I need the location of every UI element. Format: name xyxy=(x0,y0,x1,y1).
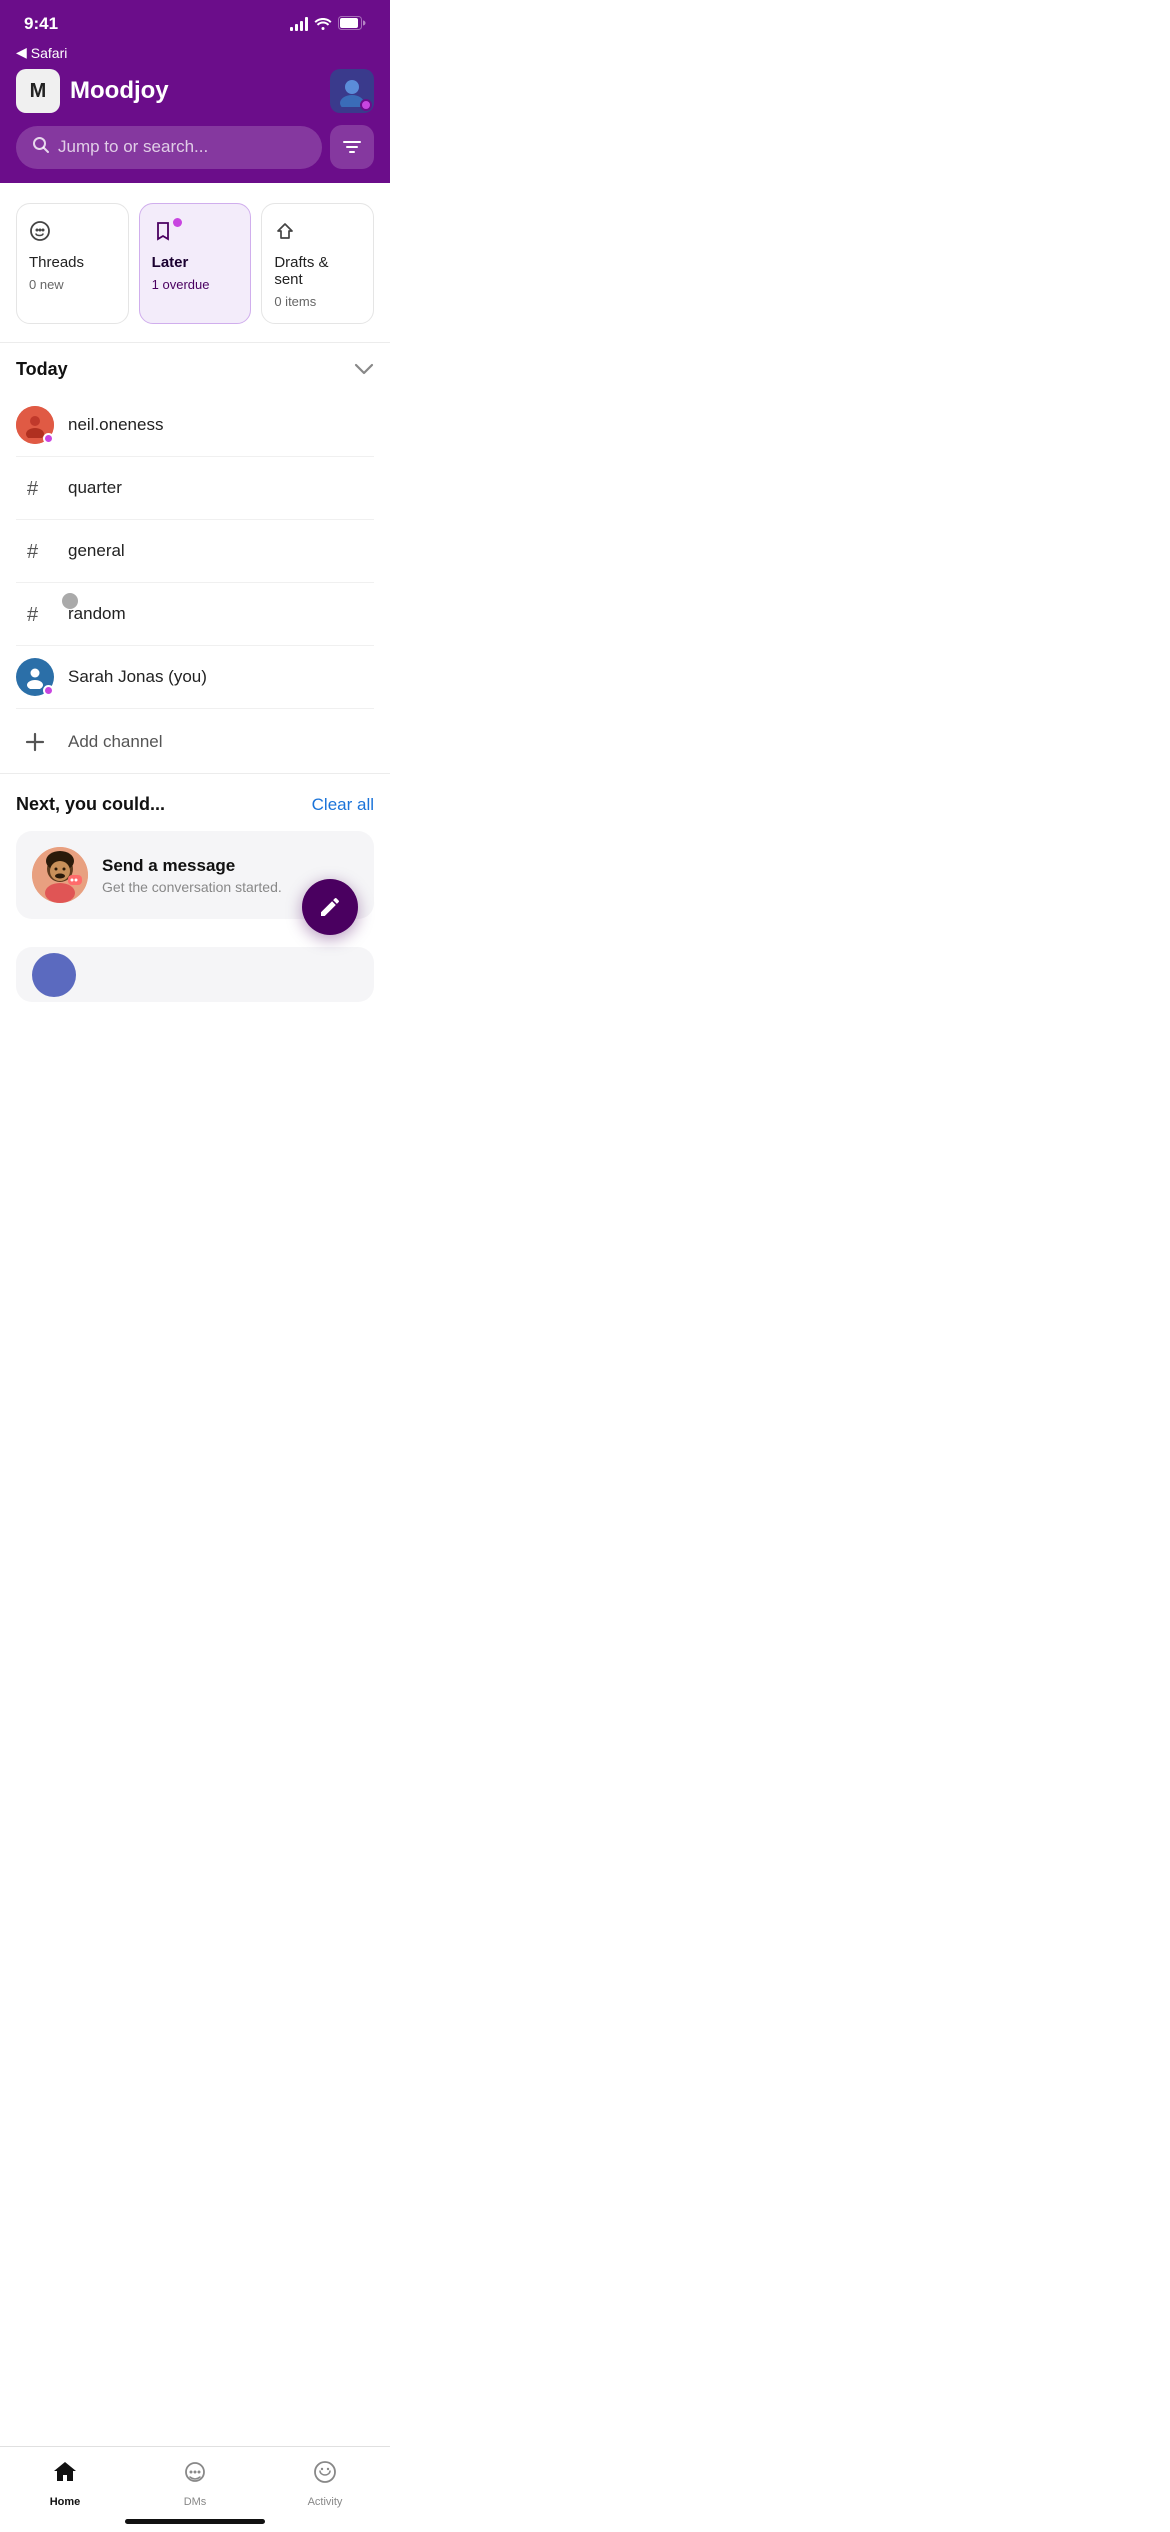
nav-activity[interactable]: Activity xyxy=(260,2459,390,2508)
add-channel-icon xyxy=(16,723,54,761)
filter-button[interactable] xyxy=(330,125,374,169)
suggestion-avatar xyxy=(32,847,88,903)
later-icon xyxy=(152,220,180,248)
today-header: Today xyxy=(16,359,374,380)
user-avatar[interactable] xyxy=(330,69,374,113)
search-icon xyxy=(32,136,50,159)
drafts-card[interactable]: Drafts & sent 0 items xyxy=(261,203,374,324)
grey-indicator-dot xyxy=(62,593,78,609)
threads-label: Threads xyxy=(29,254,116,271)
battery-icon xyxy=(338,16,366,33)
dms-icon xyxy=(182,2459,208,2492)
dm-neil-item[interactable]: neil.oneness xyxy=(16,394,374,457)
suggestion-card-message[interactable]: Send a message Get the conversation star… xyxy=(16,831,374,919)
self-item[interactable]: Sarah Jonas (you) xyxy=(16,646,374,709)
channel-general-name: general xyxy=(68,541,125,561)
nav-home[interactable]: Home xyxy=(0,2459,130,2508)
wifi-icon xyxy=(314,16,332,33)
svg-text:#: # xyxy=(27,541,39,562)
next-title: Next, you could... xyxy=(16,794,165,815)
sarah-name: Sarah Jonas (you) xyxy=(68,667,207,687)
back-chevron-icon: ◀ xyxy=(16,44,27,61)
brand-logo: M xyxy=(16,69,60,113)
channel-quarter-name: quarter xyxy=(68,478,122,498)
cards-section: Threads 0 new Later 1 overdue Drafts & s… xyxy=(0,183,390,332)
brand: M Moodjoy xyxy=(16,69,169,113)
svg-text:#: # xyxy=(27,478,39,499)
search-placeholder: Jump to or search... xyxy=(58,137,208,157)
channel-general-item[interactable]: # general xyxy=(16,520,374,583)
channel-quarter-icon: # xyxy=(16,469,54,507)
drafts-label: Drafts & sent xyxy=(274,254,361,288)
cards-row: Threads 0 new Later 1 overdue Drafts & s… xyxy=(16,203,374,324)
neil-avatar xyxy=(16,406,54,444)
status-bar: 9:41 xyxy=(0,0,390,40)
next-header: Next, you could... Clear all xyxy=(16,794,374,815)
later-sub: 1 overdue xyxy=(152,277,239,292)
channel-general-icon: # xyxy=(16,532,54,570)
home-indicator xyxy=(125,2519,265,2524)
channel-random-icon: # xyxy=(16,595,54,633)
header: ◀ Safari M Moodjoy Jump to xyxy=(0,40,390,183)
drafts-sub: 0 items xyxy=(274,294,361,309)
safari-back[interactable]: ◀ Safari xyxy=(16,44,374,61)
bottom-nav: Home DMs Activity xyxy=(0,2446,390,2532)
home-icon xyxy=(52,2459,78,2492)
status-icons xyxy=(290,16,366,33)
add-channel-label: Add channel xyxy=(68,732,163,752)
avatar-status-dot xyxy=(360,99,372,111)
later-card[interactable]: Later 1 overdue xyxy=(139,203,252,324)
partial-avatar xyxy=(32,953,76,997)
later-label: Later xyxy=(152,254,239,271)
channel-quarter-item[interactable]: # quarter xyxy=(16,457,374,520)
neil-status-dot xyxy=(43,433,54,444)
today-section: Today neil.oneness # quarter xyxy=(0,343,390,771)
threads-sub: 0 new xyxy=(29,277,116,292)
sarah-status-dot xyxy=(43,685,54,696)
today-chevron-icon[interactable] xyxy=(354,359,374,380)
clear-all-button[interactable]: Clear all xyxy=(312,795,374,815)
status-time: 9:41 xyxy=(24,14,58,34)
sarah-avatar xyxy=(16,658,54,696)
add-channel-item[interactable]: Add channel xyxy=(16,709,374,771)
compose-fab-button[interactable] xyxy=(302,879,358,935)
next-section: Next, you could... Clear all xyxy=(0,773,390,1018)
channel-random-item[interactable]: # random xyxy=(16,583,374,646)
nav-home-label: Home xyxy=(50,2496,81,2508)
today-title: Today xyxy=(16,359,68,380)
activity-icon xyxy=(312,2459,338,2492)
signal-icon xyxy=(290,17,308,31)
search-bar[interactable]: Jump to or search... xyxy=(16,126,322,169)
svg-text:#: # xyxy=(27,604,39,625)
threads-card[interactable]: Threads 0 new xyxy=(16,203,129,324)
brand-name: Moodjoy xyxy=(70,77,169,105)
threads-icon xyxy=(29,220,57,248)
channel-random-name: random xyxy=(68,604,126,624)
neil-name: neil.oneness xyxy=(68,415,163,435)
suggestion-title: Send a message xyxy=(102,856,358,876)
nav-dms[interactable]: DMs xyxy=(130,2459,260,2508)
nav-activity-label: Activity xyxy=(308,2496,343,2508)
partial-suggestion-card xyxy=(16,947,374,1002)
drafts-icon xyxy=(274,220,302,248)
search-row: Jump to or search... xyxy=(16,125,374,169)
header-top: M Moodjoy xyxy=(16,69,374,113)
nav-dms-label: DMs xyxy=(184,2496,207,2508)
